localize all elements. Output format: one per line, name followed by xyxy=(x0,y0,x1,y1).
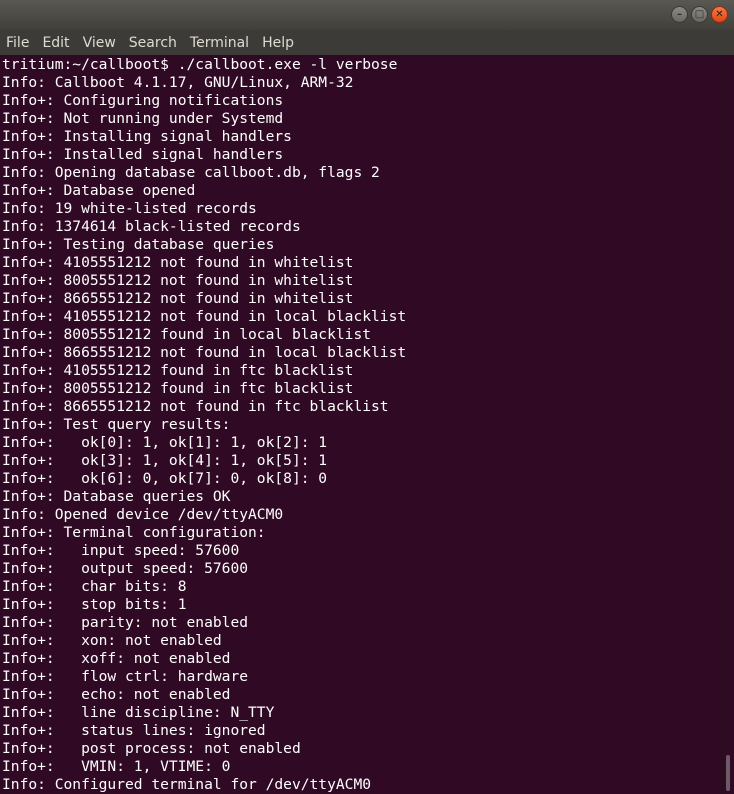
terminal-line: Info: Callboot 4.1.17, GNU/Linux, ARM-32 xyxy=(2,74,354,91)
menu-terminal[interactable]: Terminal xyxy=(190,35,249,51)
terminal-line: Info+: input speed: 57600 xyxy=(2,542,240,559)
terminal-line: Info+: parity: not enabled xyxy=(2,614,249,631)
terminal-line: Info+: line discipline: N_TTY xyxy=(2,704,275,721)
terminal-scrollbar[interactable] xyxy=(722,55,734,794)
close-icon[interactable]: ✕ xyxy=(711,6,728,23)
terminal-line: Info: Opening database callboot.db, flag… xyxy=(2,164,380,181)
scrollbar-thumb[interactable] xyxy=(726,755,730,791)
terminal-line: Info+: Installed signal handlers xyxy=(2,146,284,163)
maximize-icon[interactable]: □ xyxy=(691,6,708,23)
terminal-line: Info+: Installing signal handlers xyxy=(2,128,292,145)
menu-bar: File Edit View Search Terminal Help xyxy=(0,30,734,55)
terminal-line: Info+: 8005551212 not found in whitelist xyxy=(2,272,354,289)
terminal-line: Info+: Testing database queries xyxy=(2,236,275,253)
shell-prompt-line: tritium:~/callboot$ ./callboot.exe -l ve… xyxy=(2,56,398,73)
terminal-window: – □ ✕ File Edit View Search Terminal Hel… xyxy=(0,0,734,794)
menu-file[interactable]: File xyxy=(6,35,29,51)
window-controls: – □ ✕ xyxy=(671,6,728,23)
title-bar[interactable]: – □ ✕ xyxy=(0,0,734,30)
terminal-line: Info+: Database queries OK xyxy=(2,488,231,505)
menu-view[interactable]: View xyxy=(83,35,116,51)
terminal-line: Info+: Database opened xyxy=(2,182,196,199)
terminal-line: Info+: char bits: 8 xyxy=(2,578,187,595)
terminal-line: Info+: echo: not enabled xyxy=(2,686,231,703)
terminal-line: Info+: 4105551212 found in ftc blacklist xyxy=(2,362,354,379)
terminal-output[interactable]: tritium:~/callboot$ ./callboot.exe -l ve… xyxy=(0,55,722,794)
menu-search[interactable]: Search xyxy=(129,35,177,51)
terminal-line: Info: Configured terminal for /dev/ttyAC… xyxy=(2,776,372,793)
terminal-line: Info+: xon: not enabled xyxy=(2,632,222,649)
terminal-line: Info+: flow ctrl: hardware xyxy=(2,668,249,685)
terminal-line: Info: 19 white-listed records xyxy=(2,200,257,217)
terminal-line: Info+: 8665551212 not found in ftc black… xyxy=(2,398,389,415)
terminal-line: Info+: ok[6]: 0, ok[7]: 0, ok[8]: 0 xyxy=(2,470,328,487)
terminal-line: Info: 1374614 black-listed records xyxy=(2,218,301,235)
terminal-line: Info+: Not running under Systemd xyxy=(2,110,284,127)
menu-help[interactable]: Help xyxy=(262,35,294,51)
terminal-line: Info+: output speed: 57600 xyxy=(2,560,249,577)
terminal-line: Info+: stop bits: 1 xyxy=(2,596,187,613)
terminal-line: Info+: ok[3]: 1, ok[4]: 1, ok[5]: 1 xyxy=(2,452,328,469)
terminal-line: Info+: status lines: ignored xyxy=(2,722,266,739)
terminal-line: Info+: 4105551212 not found in local bla… xyxy=(2,308,407,325)
terminal-line: Info+: 8005551212 found in ftc blacklist xyxy=(2,380,354,397)
terminal-line: Info+: VMIN: 1, VTIME: 0 xyxy=(2,758,231,775)
terminal-line: Info+: 8665551212 not found in local bla… xyxy=(2,344,407,361)
terminal-line: Info+: 8005551212 found in local blackli… xyxy=(2,326,372,343)
terminal-line: Info+: xoff: not enabled xyxy=(2,650,231,667)
terminal-line: Info+: ok[0]: 1, ok[1]: 1, ok[2]: 1 xyxy=(2,434,328,451)
terminal-line: Info+: 4105551212 not found in whitelist xyxy=(2,254,354,271)
terminal-line: Info+: post process: not enabled xyxy=(2,740,301,757)
terminal-line: Info+: Test query results: xyxy=(2,416,231,433)
menu-edit[interactable]: Edit xyxy=(42,35,69,51)
minimize-icon[interactable]: – xyxy=(671,6,688,23)
terminal-line: Info+: Configuring notifications xyxy=(2,92,284,109)
terminal-line: Info: Opened device /dev/ttyACM0 xyxy=(2,506,284,523)
terminal-line: Info+: Terminal configuration: xyxy=(2,524,266,541)
terminal-line: Info+: 8665551212 not found in whitelist xyxy=(2,290,354,307)
